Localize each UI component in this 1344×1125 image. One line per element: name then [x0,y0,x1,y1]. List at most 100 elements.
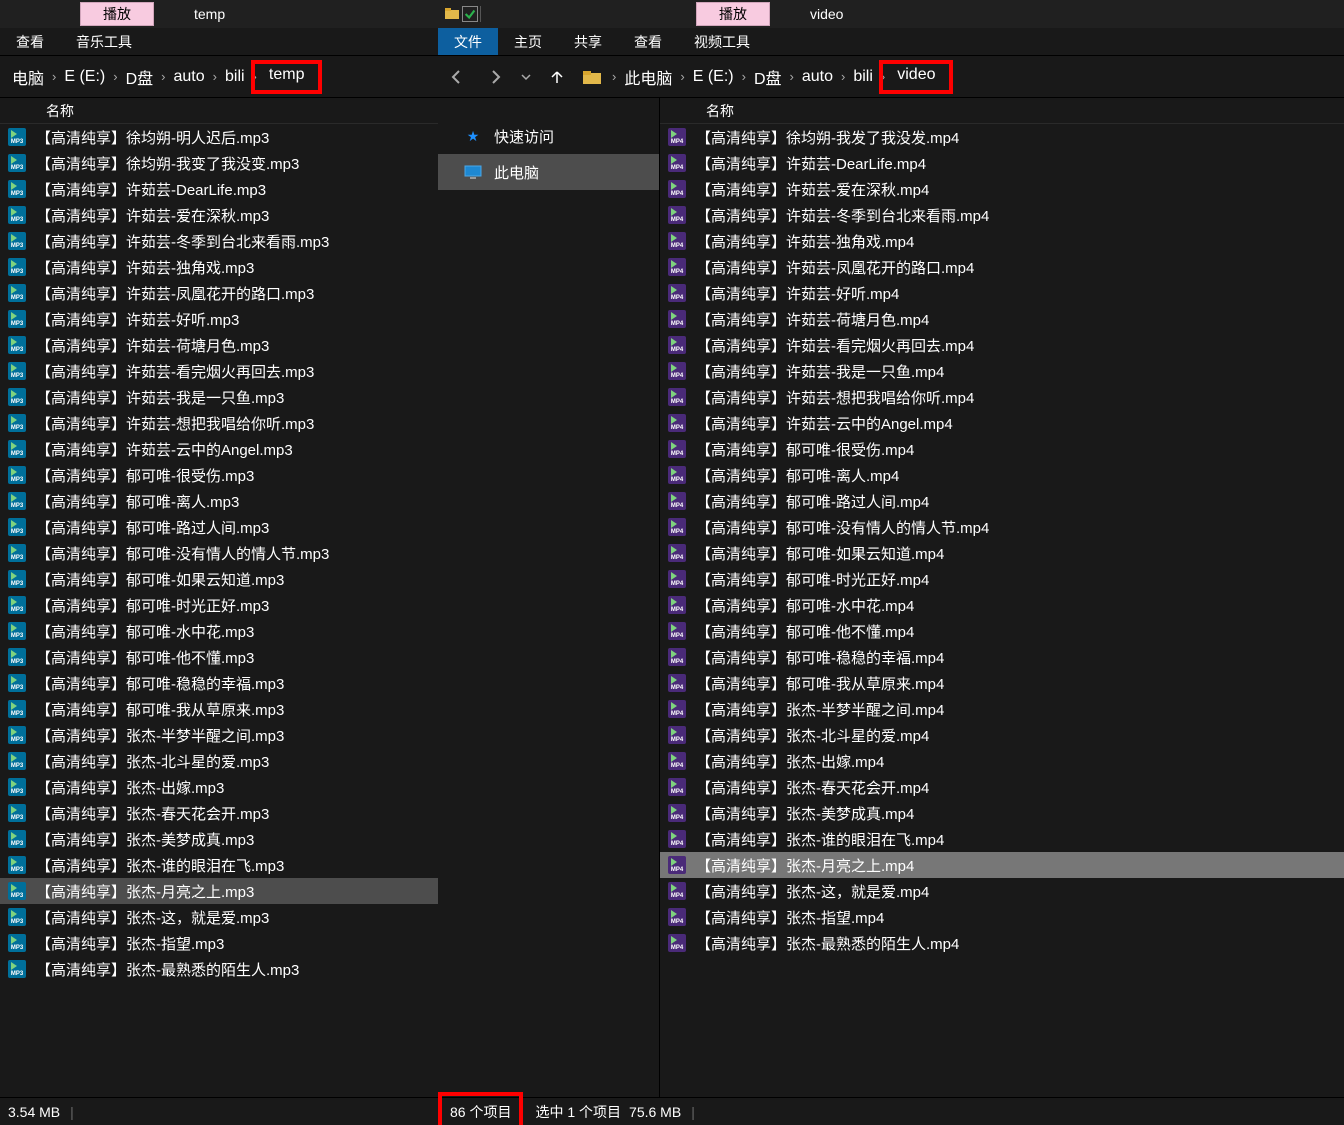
file-row[interactable]: MP3【高清纯享】张杰-最熟悉的陌生人.mp3 [0,956,438,982]
file-row[interactable]: MP3【高清纯享】郁可唯-很受伤.mp3 [0,462,438,488]
crumb[interactable]: E (E:) [56,68,113,86]
nav-back-button[interactable] [442,62,472,92]
file-row[interactable]: MP4【高清纯享】许茹芸-想把我唱给你听.mp4 [660,384,1344,410]
file-row[interactable]: MP3【高清纯享】张杰-春天花会开.mp3 [0,800,438,826]
file-row[interactable]: MP4【高清纯享】许茹芸-好听.mp4 [660,280,1344,306]
file-row[interactable]: MP3【高清纯享】郁可唯-时光正好.mp3 [0,592,438,618]
file-row[interactable]: MP4【高清纯享】许茹芸-我是一只鱼.mp4 [660,358,1344,384]
file-row[interactable]: MP4【高清纯享】许茹芸-荷塘月色.mp4 [660,306,1344,332]
file-row[interactable]: MP3【高清纯享】徐均朔-明人迟后.mp3 [0,124,438,150]
file-row[interactable]: MP4【高清纯享】郁可唯-没有情人的情人节.mp4 [660,514,1344,540]
file-row[interactable]: MP3【高清纯享】许茹芸-DearLife.mp3 [0,176,438,202]
file-row[interactable]: MP3【高清纯享】郁可唯-没有情人的情人节.mp3 [0,540,438,566]
file-row[interactable]: MP3【高清纯享】张杰-北斗星的爱.mp3 [0,748,438,774]
file-row[interactable]: MP4【高清纯享】许茹芸-冬季到台北来看雨.mp4 [660,202,1344,228]
file-row[interactable]: MP4【高清纯享】郁可唯-如果云知道.mp4 [660,540,1344,566]
crumb[interactable]: auto [166,68,213,86]
crumb[interactable]: bili [845,68,881,86]
file-row[interactable]: MP4【高清纯享】郁可唯-时光正好.mp4 [660,566,1344,592]
breadcrumb-right[interactable]: › 此电脑 › E (E:) › D盘 › auto › bili › vide… [612,62,953,92]
file-row[interactable]: MP4【高清纯享】许茹芸-凤凰花开的路口.mp4 [660,254,1344,280]
play-contextual-tab[interactable]: 播放 [80,2,154,26]
file-row[interactable]: MP4【高清纯享】郁可唯-路过人间.mp4 [660,488,1344,514]
file-row[interactable]: MP3【高清纯享】许茹芸-我是一只鱼.mp3 [0,384,438,410]
tab-home[interactable]: 主页 [498,28,558,55]
file-row[interactable]: MP4【高清纯享】张杰-月亮之上.mp4 [660,852,1344,878]
file-row[interactable]: MP4【高清纯享】张杰-指望.mp4 [660,904,1344,930]
file-row[interactable]: MP3【高清纯享】张杰-美梦成真.mp3 [0,826,438,852]
nav-recent-dropdown[interactable] [518,62,534,92]
tab-file[interactable]: 文件 [438,28,498,55]
file-row[interactable]: MP3【高清纯享】许茹芸-爱在深秋.mp3 [0,202,438,228]
file-row[interactable]: MP3【高清纯享】郁可唯-如果云知道.mp3 [0,566,438,592]
navigation-tree[interactable]: ★ 快速访问 此电脑 [438,98,660,1097]
file-row[interactable]: MP3【高清纯享】许茹芸-凤凰花开的路口.mp3 [0,280,438,306]
crumb-current-highlighted[interactable]: temp [251,60,323,94]
file-list-left[interactable]: MP3【高清纯享】徐均朔-明人迟后.mp3MP3【高清纯享】徐均朔-我变了我没变… [0,124,438,1097]
file-row[interactable]: MP3【高清纯享】郁可唯-他不懂.mp3 [0,644,438,670]
crumb[interactable]: auto [794,68,841,86]
crumb[interactable]: D盘 [118,65,162,89]
file-row[interactable]: MP4【高清纯享】许茹芸-爱在深秋.mp4 [660,176,1344,202]
file-row[interactable]: MP3【高清纯享】郁可唯-离人.mp3 [0,488,438,514]
file-row[interactable]: MP4【高清纯享】郁可唯-稳稳的幸福.mp4 [660,644,1344,670]
file-row[interactable]: MP4【高清纯享】徐均朔-我发了我没发.mp4 [660,124,1344,150]
file-row[interactable]: MP3【高清纯享】许茹芸-冬季到台北来看雨.mp3 [0,228,438,254]
file-row[interactable]: MP3【高清纯享】张杰-出嫁.mp3 [0,774,438,800]
nav-quick-access[interactable]: ★ 快速访问 [438,118,659,154]
tab-view[interactable]: 查看 [0,28,60,55]
crumb[interactable]: D盘 [746,65,790,89]
play-contextual-tab[interactable]: 播放 [696,2,770,26]
file-row[interactable]: MP4【高清纯享】许茹芸-云中的Angel.mp4 [660,410,1344,436]
file-row[interactable]: MP3【高清纯享】许茹芸-云中的Angel.mp3 [0,436,438,462]
crumb[interactable]: E (E:) [685,68,742,86]
crumb[interactable]: 此电脑 [616,65,680,89]
file-row[interactable]: MP4【高清纯享】许茹芸-看完烟火再回去.mp4 [660,332,1344,358]
file-list-right[interactable]: MP4【高清纯享】徐均朔-我发了我没发.mp4MP4【高清纯享】许茹芸-Dear… [660,124,1344,1097]
file-row[interactable]: MP3【高清纯享】张杰-月亮之上.mp3 [0,878,438,904]
file-row[interactable]: MP3【高清纯享】张杰-指望.mp3 [0,930,438,956]
file-row[interactable]: MP3【高清纯享】郁可唯-我从草原来.mp3 [0,696,438,722]
file-row[interactable]: MP3【高清纯享】许茹芸-想把我唱给你听.mp3 [0,410,438,436]
file-row[interactable]: MP4【高清纯享】郁可唯-他不懂.mp4 [660,618,1344,644]
column-header-name[interactable]: 名称 [660,98,1344,124]
file-row[interactable]: MP3【高清纯享】张杰-半梦半醒之间.mp3 [0,722,438,748]
file-row[interactable]: MP3【高清纯享】徐均朔-我变了我没变.mp3 [0,150,438,176]
file-row[interactable]: MP4【高清纯享】许茹芸-独角戏.mp4 [660,228,1344,254]
file-row[interactable]: MP4【高清纯享】张杰-春天花会开.mp4 [660,774,1344,800]
file-row[interactable]: MP4【高清纯享】郁可唯-离人.mp4 [660,462,1344,488]
file-row[interactable]: MP3【高清纯享】许茹芸-独角戏.mp3 [0,254,438,280]
file-row[interactable]: MP4【高清纯享】张杰-北斗星的爱.mp4 [660,722,1344,748]
file-row[interactable]: MP4【高清纯享】张杰-美梦成真.mp4 [660,800,1344,826]
file-row[interactable]: MP4【高清纯享】张杰-这，就是爱.mp4 [660,878,1344,904]
file-row[interactable]: MP4【高清纯享】郁可唯-水中花.mp4 [660,592,1344,618]
nav-forward-button[interactable] [480,62,510,92]
file-row[interactable]: MP3【高清纯享】郁可唯-路过人间.mp3 [0,514,438,540]
crumb[interactable]: 电脑 [4,65,52,89]
crumb[interactable]: bili [217,68,253,86]
file-row[interactable]: MP3【高清纯享】许茹芸-荷塘月色.mp3 [0,332,438,358]
file-name: 【高清纯享】张杰-最熟悉的陌生人.mp3 [36,959,299,980]
file-row[interactable]: MP4【高清纯享】郁可唯-很受伤.mp4 [660,436,1344,462]
breadcrumb-left[interactable]: 电脑 › E (E:) › D盘 › auto › bili › temp [4,62,322,92]
crumb-current-highlighted[interactable]: video [879,60,953,94]
tab-music-tools[interactable]: 音乐工具 [60,28,148,55]
file-row[interactable]: MP4【高清纯享】张杰-最熟悉的陌生人.mp4 [660,930,1344,956]
file-row[interactable]: MP4【高清纯享】张杰-谁的眼泪在飞.mp4 [660,826,1344,852]
file-row[interactable]: MP3【高清纯享】郁可唯-水中花.mp3 [0,618,438,644]
file-row[interactable]: MP3【高清纯享】郁可唯-稳稳的幸福.mp3 [0,670,438,696]
nav-up-button[interactable] [542,62,572,92]
file-row[interactable]: MP4【高清纯享】张杰-出嫁.mp4 [660,748,1344,774]
file-row[interactable]: MP3【高清纯享】张杰-这，就是爱.mp3 [0,904,438,930]
file-row[interactable]: MP4【高清纯享】许茹芸-DearLife.mp4 [660,150,1344,176]
file-row[interactable]: MP4【高清纯享】张杰-半梦半醒之间.mp4 [660,696,1344,722]
tab-view[interactable]: 查看 [618,28,678,55]
file-row[interactable]: MP4【高清纯享】郁可唯-我从草原来.mp4 [660,670,1344,696]
tab-share[interactable]: 共享 [558,28,618,55]
file-row[interactable]: MP3【高清纯享】许茹芸-看完烟火再回去.mp3 [0,358,438,384]
file-row[interactable]: MP3【高清纯享】许茹芸-好听.mp3 [0,306,438,332]
nav-this-pc[interactable]: 此电脑 [438,154,659,190]
tab-video-tools[interactable]: 视频工具 [678,28,766,55]
column-header-name[interactable]: 名称 [0,98,438,124]
file-row[interactable]: MP3【高清纯享】张杰-谁的眼泪在飞.mp3 [0,852,438,878]
